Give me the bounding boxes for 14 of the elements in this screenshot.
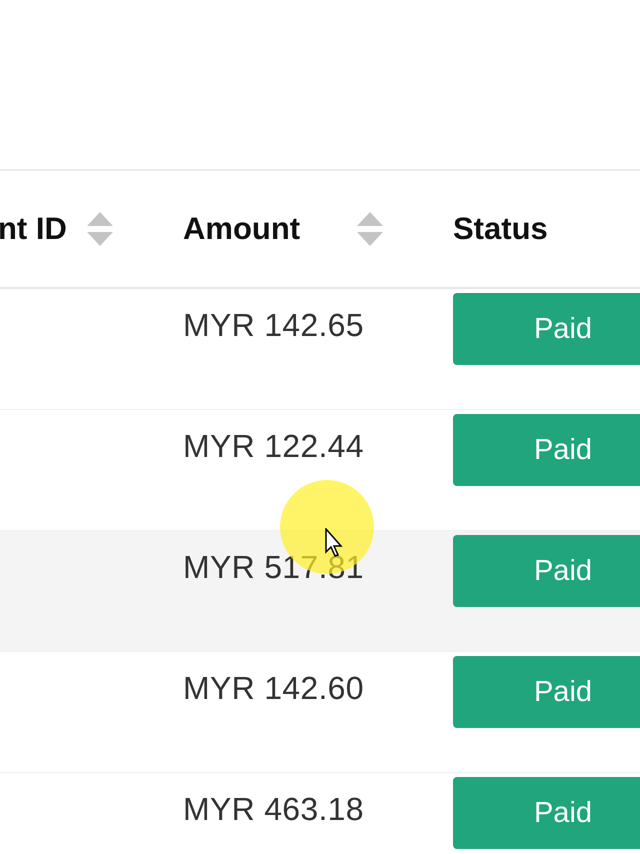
amount-cell: MYR 122.44 [183,428,364,465]
status-badge: Paid [453,293,640,365]
status-badge: Paid [453,414,640,486]
amount-cell: MYR 142.65 [183,307,364,344]
status-badge: Paid [453,656,640,728]
sort-icon[interactable] [86,210,114,248]
status-badge: Paid [453,777,640,849]
column-header[interactable]: Status [453,211,548,247]
sort-icon[interactable] [356,210,384,248]
column-header[interactable]: Amount [183,211,300,247]
status-badge: Paid [453,535,640,607]
column-header[interactable]: nt ID [0,211,67,247]
amount-cell: MYR 463.18 [183,791,364,828]
amount-cell: MYR 142.60 [183,670,364,707]
